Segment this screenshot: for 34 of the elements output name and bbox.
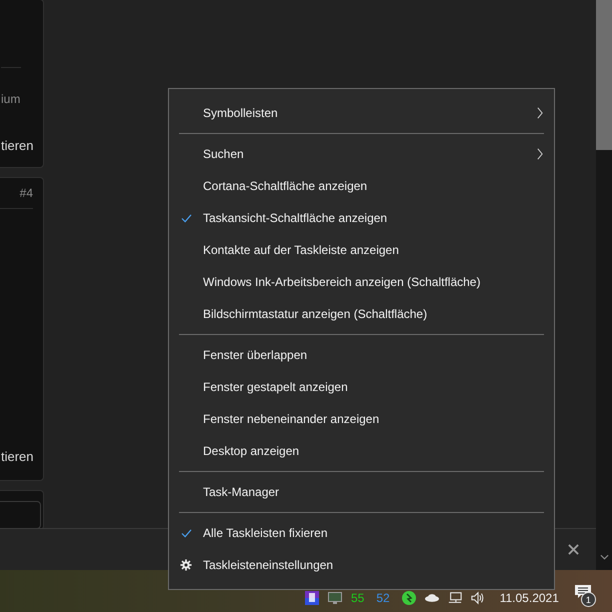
- app-icon[interactable]: [305, 591, 319, 605]
- menu-item[interactable]: Taskleisteneinstellungen: [169, 549, 554, 581]
- speaker-icon[interactable]: [470, 591, 485, 605]
- action-link[interactable]: tieren: [1, 138, 34, 153]
- menu-item[interactable]: Cortana-Schaltfläche anzeigen: [169, 170, 554, 202]
- menu-item[interactable]: Task-Manager: [169, 476, 554, 508]
- chevron-right-icon: [537, 148, 543, 160]
- cloud-icon[interactable]: [424, 591, 439, 605]
- menu-item[interactable]: Alle Taskleisten fixieren: [169, 517, 554, 549]
- menu-item[interactable]: Taskansicht-Schaltfläche anzeigen: [169, 202, 554, 234]
- scrollbar-thumb[interactable]: [596, 0, 612, 150]
- menu-item[interactable]: Suchen: [169, 138, 554, 170]
- action-link[interactable]: tieren: [1, 449, 34, 464]
- circle-icon[interactable]: [402, 591, 416, 605]
- chevron-right-icon: [537, 107, 543, 119]
- menu-item[interactable]: Windows Ink-Arbeitsbereich anzeigen (Schaltfläche): [169, 266, 554, 298]
- menu-item[interactable]: Fenster überlappen: [169, 339, 554, 371]
- chevron-down-icon[interactable]: [600, 554, 608, 560]
- menu-item[interactable]: Kontakte auf der Taskleiste anzeigen: [169, 234, 554, 266]
- network-icon[interactable]: [448, 591, 462, 605]
- tray-reading[interactable]: 55: [351, 591, 364, 605]
- card-text: ium: [1, 91, 20, 108]
- menu-item[interactable]: Symbolleisten: [169, 97, 554, 129]
- scrollbar[interactable]: [596, 0, 612, 570]
- menu-item[interactable]: Fenster gestapelt anzeigen: [169, 371, 554, 403]
- clock-date[interactable]: 11.05.2021: [500, 591, 559, 605]
- menu-item[interactable]: Bildschirmtastatur anzeigen (Schaltfläche): [169, 298, 554, 330]
- post-number: #4: [20, 186, 33, 200]
- notification-count: 1: [580, 592, 596, 607]
- close-icon[interactable]: [568, 544, 579, 555]
- menu-item[interactable]: Fenster nebeneinander anzeigen: [169, 403, 554, 435]
- monitor-icon[interactable]: [328, 591, 342, 605]
- menu-item[interactable]: Desktop anzeigen: [169, 435, 554, 467]
- settings-icon: [180, 559, 192, 571]
